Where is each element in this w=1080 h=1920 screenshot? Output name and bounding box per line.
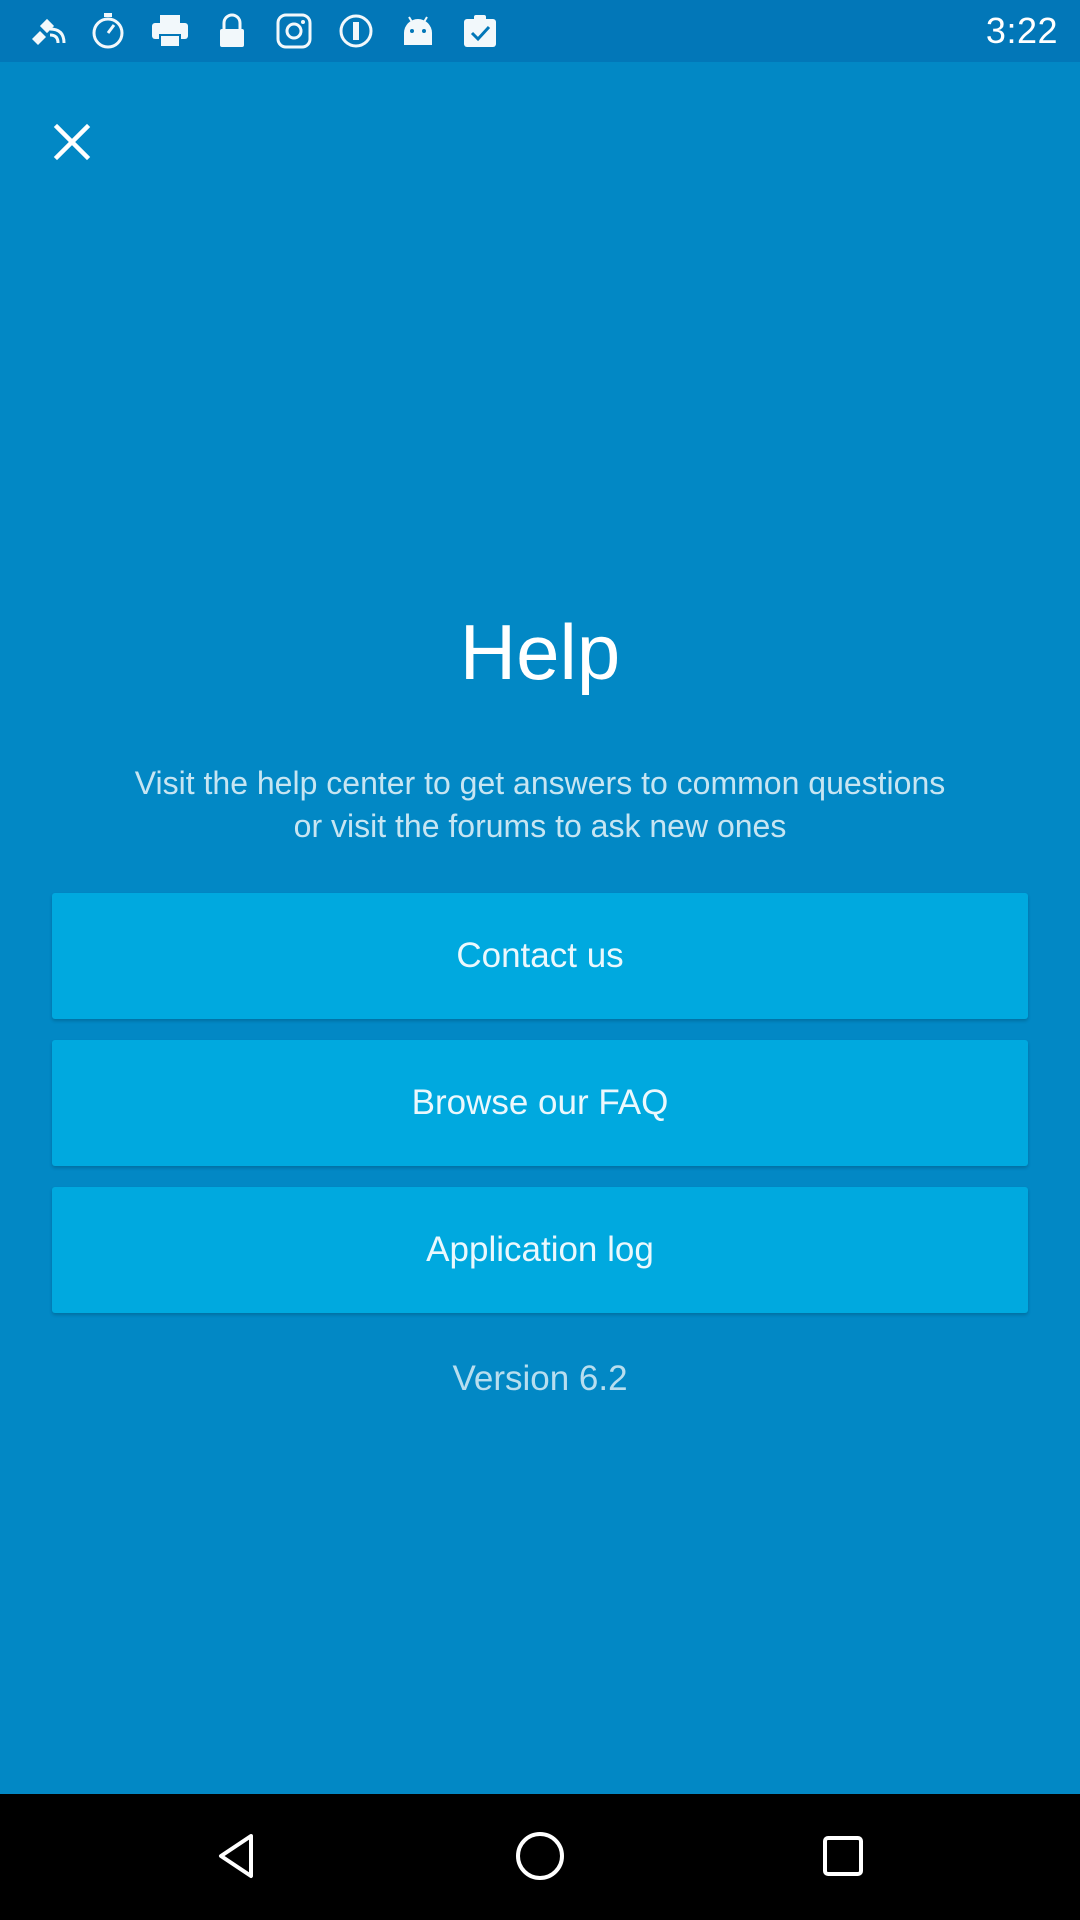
version-text: Version 6.2 (452, 1359, 628, 1398)
home-circle-icon (508, 1824, 572, 1893)
status-icons (24, 10, 502, 52)
close-icon (51, 121, 93, 168)
android-icon (396, 9, 440, 53)
navigation-bar (0, 1794, 1080, 1920)
page-title: Help (459, 608, 621, 696)
stopwatch-icon (86, 9, 130, 53)
back-triangle-icon (207, 1826, 267, 1891)
recents-button[interactable] (803, 1818, 883, 1898)
contact-us-label: Contact us (456, 936, 624, 975)
application-log-button[interactable]: Application log (52, 1187, 1028, 1313)
status-time: 3:22 (985, 10, 1058, 51)
onepassword-icon (334, 9, 378, 53)
home-button[interactable] (500, 1818, 580, 1898)
back-button[interactable] (197, 1818, 277, 1898)
recents-square-icon (813, 1826, 873, 1891)
gps-satellite-icon (24, 9, 68, 53)
help-description: Visit the help center to get answers to … (134, 765, 946, 844)
browse-faq-button[interactable]: Browse our FAQ (52, 1040, 1028, 1166)
contact-us-button[interactable]: Contact us (52, 893, 1028, 1019)
instagram-icon (272, 9, 316, 53)
status-bar: 3:22 (0, 0, 1080, 62)
clipboard-check-icon (458, 9, 502, 53)
browse-faq-label: Browse our FAQ (411, 1083, 669, 1122)
close-button[interactable] (40, 112, 104, 176)
application-log-label: Application log (426, 1230, 654, 1269)
printer-icon (148, 9, 192, 53)
lock-icon (210, 9, 254, 53)
help-screen: Help Visit the help center to get answer… (0, 62, 1080, 1794)
